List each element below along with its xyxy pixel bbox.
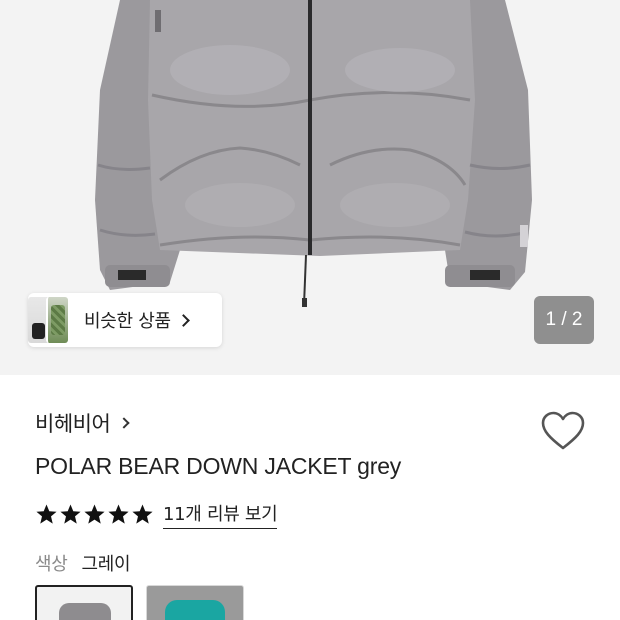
chevron-right-icon <box>176 313 190 327</box>
color-option: 색상 그레이 <box>35 550 131 576</box>
image-counter: 1 / 2 <box>534 296 594 344</box>
product-image-carousel[interactable]: 비슷한 상품 1 / 2 <box>0 0 620 375</box>
heart-outline-icon <box>541 411 585 450</box>
review-link[interactable]: 11개 리뷰 보기 <box>163 500 278 529</box>
star-icon <box>108 504 129 524</box>
option-label: 색상 <box>35 554 68 575</box>
star-rating <box>35 503 155 526</box>
similar-products-thumbnails <box>28 293 68 347</box>
chevron-right-icon <box>118 417 130 429</box>
star-icon <box>132 504 153 524</box>
similar-products-button[interactable]: 비슷한 상품 <box>28 293 222 347</box>
product-title: POLAR BEAR DOWN JACKET grey <box>35 453 402 479</box>
product-detail-page: 비슷한 상품 1 / 2 비헤비어 POLAR BEAR DOWN JACKET… <box>0 0 620 620</box>
rating-row: 11개 리뷰 보기 <box>35 500 278 529</box>
wishlist-button[interactable] <box>540 410 586 452</box>
color-swatch-grey[interactable] <box>35 585 133 620</box>
color-swatch-teal[interactable] <box>146 585 244 620</box>
brand-link[interactable]: 비헤비어 <box>35 408 130 438</box>
star-icon <box>36 504 57 524</box>
brand-name: 비헤비어 <box>35 412 111 436</box>
star-icon <box>84 504 105 524</box>
similar-product-thumb <box>46 297 68 343</box>
star-icon <box>60 504 81 524</box>
similar-products-label: 비슷한 상품 <box>84 311 171 332</box>
option-value: 그레이 <box>81 554 131 575</box>
